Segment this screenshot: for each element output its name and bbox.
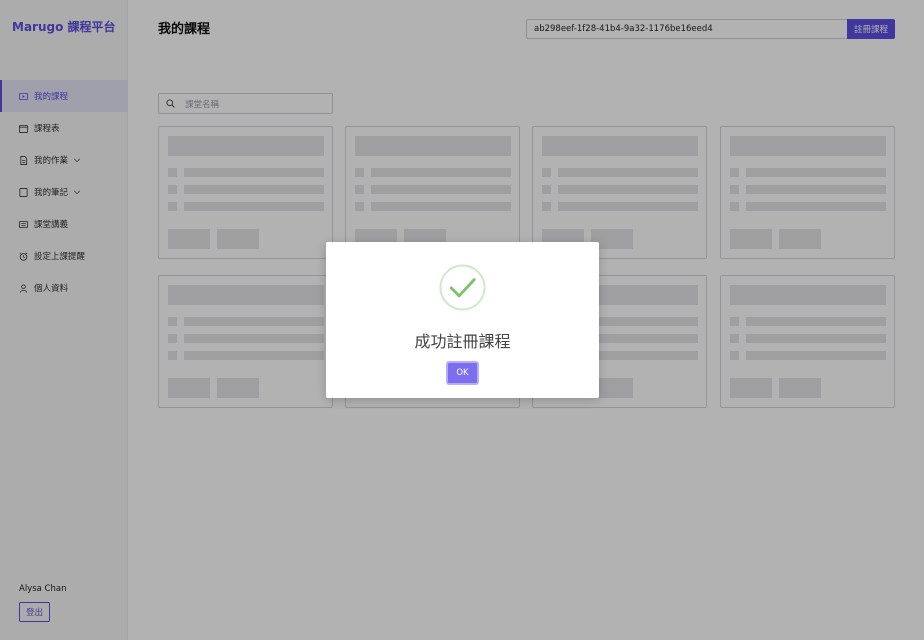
dialog-message: 成功註冊課程	[414, 332, 511, 351]
checkmark-circle-icon	[439, 264, 486, 311]
success-dialog: 成功註冊課程 OK	[326, 242, 599, 398]
ok-button[interactable]: OK	[446, 361, 479, 385]
